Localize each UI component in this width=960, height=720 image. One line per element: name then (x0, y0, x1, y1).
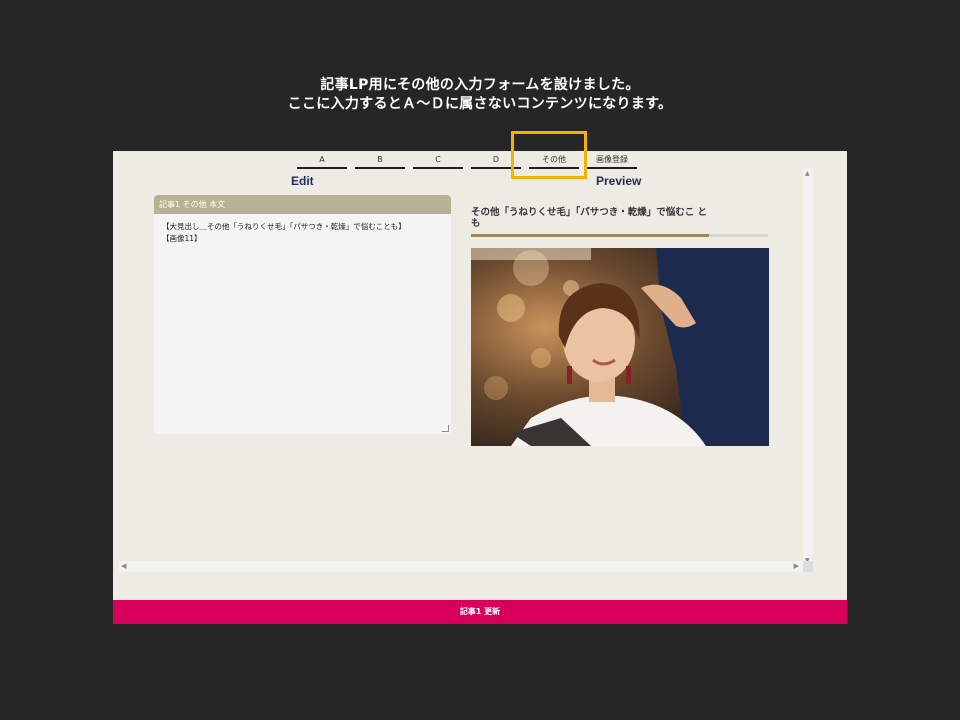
edit-panel: 記事1 その他 本文 【大見出し＿その他「うねりくせ毛」「パサつき・乾燥」で悩む… (154, 195, 451, 434)
body-textarea[interactable]: 【大見出し＿その他「うねりくせ毛」「パサつき・乾燥」で悩むことも】 【画像11】 (154, 214, 451, 252)
resize-handle-icon[interactable] (441, 425, 450, 432)
scroll-right-icon[interactable]: ▶ (794, 562, 799, 570)
tab-b[interactable]: B (355, 153, 405, 169)
edit-panel-header: 記事1 その他 本文 (154, 195, 451, 214)
caption: 記事LP用にその他の入力フォームを設けました。 ここに入力するとＡ～Ｄに属さない… (0, 76, 960, 114)
scroll-corner (803, 561, 813, 572)
preview-rule-fill (471, 234, 709, 237)
tab-image-register[interactable]: 画像登録 (587, 153, 637, 169)
vertical-scrollbar[interactable]: ▲ ▼ (803, 168, 813, 566)
tab-a[interactable]: A (297, 153, 347, 169)
update-article-button[interactable]: 記事1 更新 (113, 600, 847, 624)
preview-heading-rule (471, 234, 768, 237)
tab-c[interactable]: C (413, 153, 463, 169)
scroll-left-icon[interactable]: ◀ (121, 562, 126, 570)
body-line-2: 【画像11】 (162, 234, 202, 243)
other-tab-highlight (511, 131, 587, 179)
body-line-1: 【大見出し＿その他「うねりくせ毛」「パサつき・乾燥」で悩むことも】 (162, 222, 406, 231)
salon-photo-illustration (471, 248, 769, 446)
caption-line-1: 記事LP用にその他の入力フォームを設けました。 (320, 77, 640, 93)
preview-photo (471, 248, 769, 446)
editor-app: A B C D その他 画像登録 Edit Preview 記事1 その他 本文… (113, 151, 847, 624)
preview-heading: その他「うねりくせ毛」「パサつき・乾燥」で悩むこ とも (471, 207, 708, 229)
scroll-up-icon[interactable]: ▲ (805, 170, 810, 177)
edit-title: Edit (291, 174, 314, 188)
preview-title: Preview (596, 174, 642, 188)
horizontal-scrollbar[interactable]: ◀ ▶ (119, 561, 803, 572)
caption-line-2: ここに入力するとＡ～Ｄに属さないコンテンツになります。 (287, 96, 673, 112)
